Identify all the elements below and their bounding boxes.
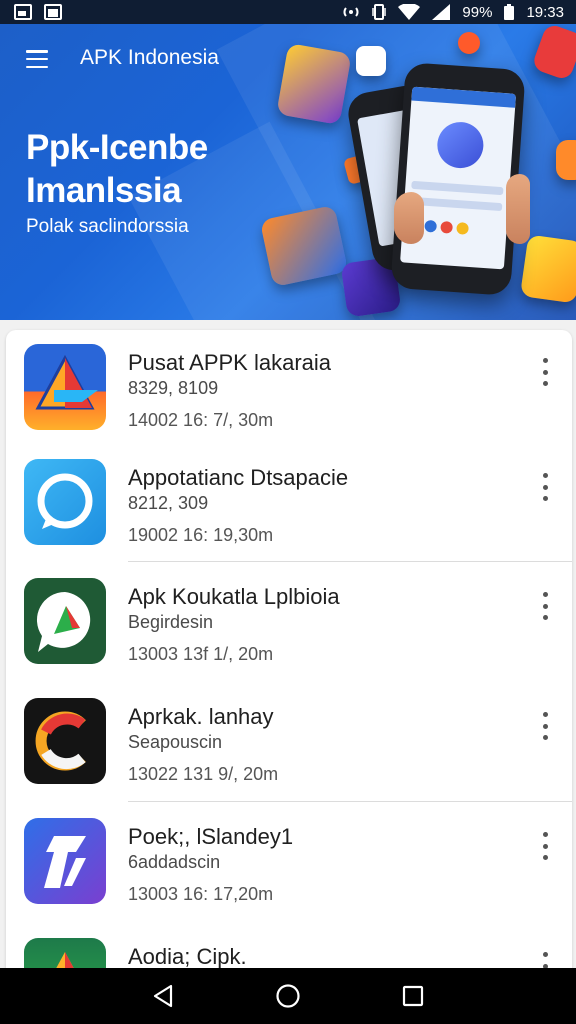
app-meta: 14002 16: 7/, 30m [128,410,274,430]
app-subtitle: Begirdesin [128,612,214,632]
list-item[interactable]: Apk Koukatla Lplbioia Begirdesin 13003 1… [6,564,572,682]
app-title: APK Indonesia [80,46,219,69]
wifi-icon [398,4,421,20]
menu-icon[interactable] [26,50,48,68]
clock: 19:33 [526,3,564,21]
hero-title: Ppk-Icenbe Imanlssia [26,126,208,212]
list-item[interactable]: Aprkak. lanhay Seapouscin 13022 131 9/, … [6,684,572,802]
hero-subtitle: Polak saclindorssia [26,216,189,237]
chat-bubble-icon [24,459,106,545]
floating-app-icon [519,234,576,304]
app-subtitle: 6addadscin [128,852,221,872]
list-item[interactable]: Appotatianc Dtsapacie 8212, 309 19002 16… [6,445,572,563]
app-title: Aprkak. lanhay [128,704,274,729]
floating-app-icon [356,46,386,76]
c-letter-icon [24,698,106,784]
list-item[interactable]: Aodia; Cipk. [6,924,572,970]
app-list: Pusat APPK lakaraia 8329, 8109 14002 16:… [6,330,572,970]
triangle-icon [24,938,106,970]
app-title: Aodia; Cipk. [128,944,247,969]
briefcase-notification-icon [44,4,62,20]
app-meta: 19002 16: 19,30m [128,525,274,545]
floating-app-icon [276,42,352,126]
list-item[interactable]: Pusat APPK lakaraia 8329, 8109 14002 16:… [6,330,572,448]
app-subtitle: 8212, 309 [128,493,209,513]
more-options-icon[interactable] [536,712,554,740]
divider [128,801,572,802]
vibrate-icon [372,4,387,20]
back-triangle-icon [153,984,172,1008]
recents-square-icon [403,985,424,1007]
app-title: Poek;, lSlandey1 [128,824,294,849]
app-meta: 13022 131 9/, 20m [128,764,279,784]
navigation-bar [0,968,576,1024]
phone-illustration [390,62,526,296]
battery-icon [504,4,515,20]
signal-icon [432,4,451,20]
app-meta: 13003 16: 17,20m [128,884,274,904]
hand-illustration [506,174,530,244]
floating-app-icon [458,32,480,54]
battery-percent: 99% [462,3,493,21]
triangle-arrow-icon [24,344,106,430]
hero-title-line: Ppk-Icenbe [26,128,208,167]
hero-title-line: Imanlssia [26,171,182,210]
hotspot-icon [343,7,359,17]
app-title: Appotatianc Dtsapacie [128,465,349,490]
chat-triangle-icon [24,578,106,664]
more-options-icon[interactable] [536,473,554,501]
slash-logo-icon [24,818,106,904]
hand-illustration [394,192,424,244]
divider [128,561,572,562]
status-bar: 99% 19:33 [0,0,576,24]
floating-app-icon [556,140,576,180]
back-button[interactable] [143,976,183,1016]
list-item[interactable]: Poek;, lSlandey1 6addadscin 13003 16: 17… [6,804,572,922]
app-subtitle: Seapouscin [128,732,223,752]
hero-banner: APK Indonesia Ppk-Icenbe Imanlssia Polak… [0,24,576,320]
image-notification-icon [14,4,32,20]
app-title: Pusat APPK lakaraia [128,350,332,375]
app-subtitle: 8329, 8109 [128,378,219,398]
more-options-icon[interactable] [536,358,554,386]
home-button[interactable] [268,976,308,1016]
home-circle-icon [276,984,300,1008]
more-options-icon[interactable] [536,592,554,620]
app-meta: 13003 13f 1/, 20m [128,644,274,664]
floating-app-icon [530,24,576,82]
more-options-icon[interactable] [536,832,554,860]
app-title: Apk Koukatla Lplbioia [128,584,340,609]
recents-button[interactable] [393,976,433,1016]
